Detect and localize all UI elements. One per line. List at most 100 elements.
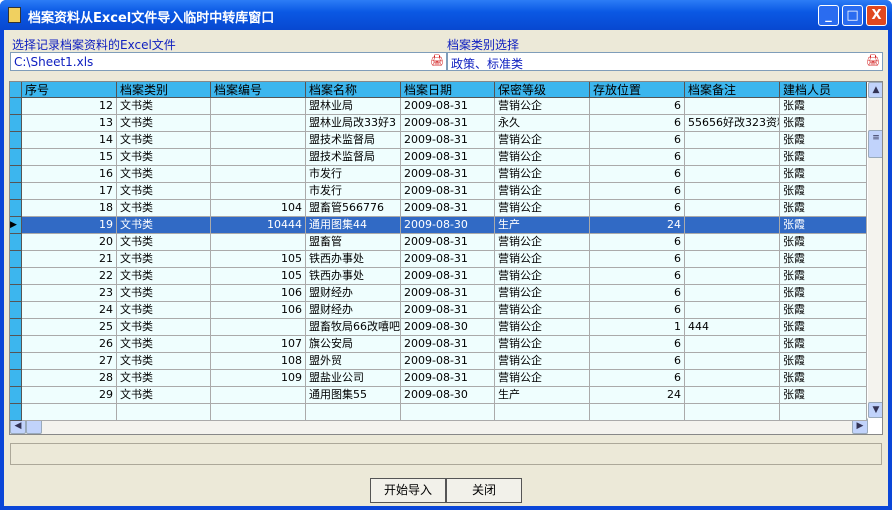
table-cell[interactable]: 15 xyxy=(22,149,117,166)
table-cell[interactable]: 16 xyxy=(22,166,117,183)
table-cell[interactable]: 2009-08-31 xyxy=(401,370,495,387)
table-cell[interactable]: 6 xyxy=(590,302,685,319)
table-row[interactable]: 29 文书类 通用图集55 2009-08-30 生产 24 张霞 xyxy=(10,387,867,404)
table-cell[interactable]: 28 xyxy=(22,370,117,387)
table-cell[interactable]: 文书类 xyxy=(117,268,211,285)
table-cell[interactable]: 张霞 xyxy=(780,268,867,285)
table-cell[interactable] xyxy=(685,200,780,217)
table-row[interactable]: 14 文书类 盟技术监督局 2009-08-31 营销公企 6 张霞 xyxy=(10,132,867,149)
table-cell[interactable]: 6 xyxy=(590,268,685,285)
table-cell[interactable]: 张霞 xyxy=(780,115,867,132)
table-cell[interactable]: 营销公企 xyxy=(495,251,590,268)
table-cell[interactable] xyxy=(685,234,780,251)
table-cell[interactable]: 张霞 xyxy=(780,251,867,268)
column-header[interactable]: 档案备注 xyxy=(685,82,780,98)
row-indicator[interactable] xyxy=(10,353,22,370)
close-window-button[interactable]: X xyxy=(866,5,887,26)
column-header[interactable]: 档案名称 xyxy=(306,82,401,98)
column-header[interactable]: 档案日期 xyxy=(401,82,495,98)
table-cell[interactable]: 张霞 xyxy=(780,98,867,115)
table-cell[interactable]: 营销公企 xyxy=(495,302,590,319)
column-header[interactable]: 存放位置 xyxy=(590,82,685,98)
table-cell[interactable]: 张霞 xyxy=(780,370,867,387)
table-cell[interactable]: 2009-08-31 xyxy=(401,115,495,132)
table-cell[interactable]: 文书类 xyxy=(117,115,211,132)
table-cell[interactable] xyxy=(685,217,780,234)
table-cell[interactable]: 6 xyxy=(590,166,685,183)
table-cell[interactable]: 文书类 xyxy=(117,149,211,166)
table-row[interactable]: 17 文书类 市发行 2009-08-31 营销公企 6 张霞 xyxy=(10,183,867,200)
table-cell[interactable]: 107 xyxy=(211,336,306,353)
table-cell[interactable]: 22 xyxy=(22,268,117,285)
table-cell[interactable]: 市发行 xyxy=(306,183,401,200)
row-indicator[interactable] xyxy=(10,319,22,336)
table-cell[interactable] xyxy=(22,404,117,421)
column-header[interactable]: 建档人员 xyxy=(780,82,867,98)
table-cell[interactable]: 通用图集55 xyxy=(306,387,401,404)
table-cell[interactable]: 2009-08-31 xyxy=(401,302,495,319)
table-cell[interactable]: 6 xyxy=(590,98,685,115)
table-cell[interactable]: 盟畜牧局66改嘻吧 xyxy=(306,319,401,336)
table-cell[interactable]: 14 xyxy=(22,132,117,149)
table-cell[interactable]: 104 xyxy=(211,200,306,217)
table-cell[interactable]: 6 xyxy=(590,336,685,353)
table-cell[interactable]: 105 xyxy=(211,268,306,285)
table-cell[interactable] xyxy=(685,404,780,421)
table-cell[interactable]: 永久 xyxy=(495,115,590,132)
table-cell[interactable]: 2009-08-31 xyxy=(401,149,495,166)
table-cell[interactable]: 文书类 xyxy=(117,132,211,149)
column-header[interactable]: 序号 xyxy=(22,82,117,98)
table-cell[interactable]: 营销公企 xyxy=(495,268,590,285)
table-cell[interactable]: 24 xyxy=(590,387,685,404)
table-cell[interactable] xyxy=(685,98,780,115)
table-cell[interactable] xyxy=(211,234,306,251)
table-cell[interactable] xyxy=(211,387,306,404)
vertical-scrollbar[interactable]: ▲ ≡ ▼ xyxy=(868,82,882,418)
table-row[interactable]: 24 文书类 106 盟财经办 2009-08-31 营销公企 6 张霞 xyxy=(10,302,867,319)
table-cell[interactable]: 2009-08-31 xyxy=(401,251,495,268)
table-cell[interactable]: 营销公企 xyxy=(495,234,590,251)
table-cell[interactable]: 108 xyxy=(211,353,306,370)
table-row[interactable]: 21 文书类 105 铁西办事处 2009-08-31 营销公企 6 张霞 xyxy=(10,251,867,268)
table-cell[interactable]: 2009-08-30 xyxy=(401,387,495,404)
table-cell[interactable]: 张霞 xyxy=(780,132,867,149)
minimize-button[interactable]: _ xyxy=(818,5,839,26)
row-indicator[interactable] xyxy=(10,200,22,217)
table-row[interactable]: 25 文书类 盟畜牧局66改嘻吧 2009-08-30 营销公企 1 444 张霞 xyxy=(10,319,867,336)
table-cell[interactable]: 张霞 xyxy=(780,387,867,404)
table-cell[interactable]: 张霞 xyxy=(780,166,867,183)
table-cell[interactable]: 2009-08-31 xyxy=(401,336,495,353)
table-cell[interactable]: 24 xyxy=(22,302,117,319)
table-cell[interactable]: 张霞 xyxy=(780,183,867,200)
table-cell[interactable]: 6 xyxy=(590,200,685,217)
table-cell[interactable]: 营销公企 xyxy=(495,200,590,217)
table-cell[interactable] xyxy=(401,404,495,421)
table-cell[interactable]: 盟林业局 xyxy=(306,98,401,115)
table-cell[interactable]: 盟畜管566776 xyxy=(306,200,401,217)
table-cell[interactable] xyxy=(685,353,780,370)
table-cell[interactable]: 盟财经办 xyxy=(306,302,401,319)
table-cell[interactable]: 盟畜管 xyxy=(306,234,401,251)
table-cell[interactable]: 张霞 xyxy=(780,285,867,302)
table-cell[interactable]: 市发行 xyxy=(306,166,401,183)
row-indicator[interactable]: ▶ xyxy=(10,217,22,234)
table-cell[interactable]: 文书类 xyxy=(117,387,211,404)
table-cell[interactable]: 张霞 xyxy=(780,302,867,319)
table-cell[interactable]: 13 xyxy=(22,115,117,132)
table-cell[interactable]: 2009-08-31 xyxy=(401,234,495,251)
table-cell[interactable]: 盟财经办 xyxy=(306,285,401,302)
table-cell[interactable] xyxy=(685,336,780,353)
table-cell[interactable]: 文书类 xyxy=(117,234,211,251)
table-cell[interactable]: 盟林业局改33好3 xyxy=(306,115,401,132)
table-row[interactable]: 15 文书类 盟技术监督局 2009-08-31 营销公企 6 张霞 xyxy=(10,149,867,166)
table-cell[interactable]: 17 xyxy=(22,183,117,200)
row-indicator[interactable] xyxy=(10,183,22,200)
table-cell[interactable]: 27 xyxy=(22,353,117,370)
table-cell[interactable]: 盟外贸 xyxy=(306,353,401,370)
start-import-button[interactable]: 开始导入 xyxy=(370,478,446,503)
row-indicator[interactable] xyxy=(10,149,22,166)
row-indicator[interactable] xyxy=(10,98,22,115)
table-cell[interactable]: 6 xyxy=(590,149,685,166)
table-cell[interactable] xyxy=(211,404,306,421)
table-row[interactable]: 13 文书类 盟林业局改33好3 2009-08-31 永久 6 55656好改323资料张… xyxy=(10,115,867,132)
